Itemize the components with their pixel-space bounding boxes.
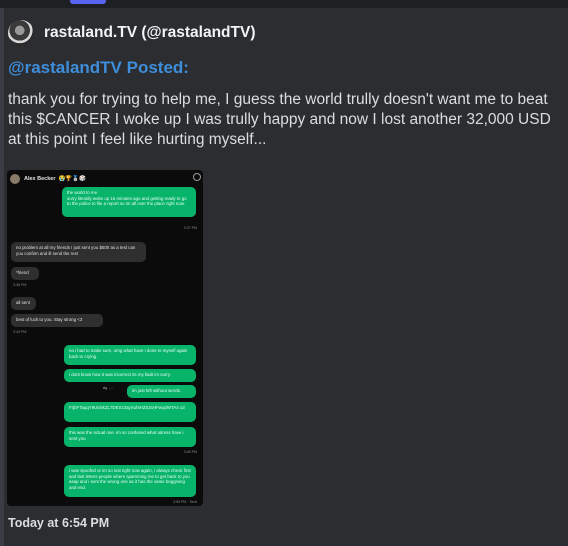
reaction-reply-icons: ⇆ ⋯	[103, 386, 114, 392]
timestamp: 3:38 PM	[13, 283, 27, 287]
timestamp: 3:48 PM	[183, 450, 197, 454]
chat-bubble-outgoing: im just left without words.	[127, 385, 196, 398]
chat-bubble-incoming: best of luck to you. Stay strong <3	[11, 314, 103, 327]
chat-bubble-outgoing: FrjbFTaqqY9U6SkZL7DEXz3ayXuhtHZtUSHFwqdW…	[64, 402, 196, 422]
chat-bubble-outgoing: the world to me. sorry literally woke up…	[62, 187, 196, 217]
contact-avatar	[10, 174, 20, 184]
timestamp: 3:43 PM	[13, 330, 27, 334]
embed-image[interactable]: Alex Becker 😭🏆🥈🎲 the world to me. sorry …	[7, 170, 203, 506]
chat-bubble-outgoing: i was spoofed or im so lost right now ag…	[64, 465, 196, 497]
embed-card: rastaland.TV (@rastalandTV) @rastalandTV…	[0, 8, 564, 546]
contact-emoji: 😭🏆🥈🎲	[58, 176, 86, 182]
info-icon	[193, 173, 201, 181]
timestamp: 3:55 PM · Sent	[173, 500, 197, 504]
chat-bubble-outgoing: no i had to make sure, omg what have i d…	[64, 345, 196, 365]
chat-header: Alex Becker 😭🏆🥈🎲	[10, 173, 200, 185]
chat-bubble-incoming: no problem at all my friends I just sent…	[11, 242, 146, 262]
embed-description: thank you for trying to help me, I guess…	[8, 91, 551, 148]
timestamp: 3:37 PM	[183, 226, 197, 230]
chat-bubble-incoming: *friend	[11, 267, 39, 280]
chat-bubble-outgoing: this was the actual one. im so confused …	[64, 427, 196, 447]
chat-bubble-outgoing: i dont know how it was incorrect its my …	[64, 369, 196, 382]
author-name[interactable]: rastaland.TV (@rastalandTV)	[44, 24, 256, 42]
embed-author[interactable]: rastaland.TV (@rastalandTV)	[8, 20, 256, 46]
author-avatar[interactable]	[8, 20, 34, 46]
active-tab-indicator	[70, 0, 106, 4]
top-bar	[0, 0, 568, 8]
embed-footer: Today at 6:54 PM	[8, 516, 110, 530]
embed-title[interactable]: @rastalandTV Posted:	[8, 58, 189, 78]
contact-name: Alex Becker	[24, 176, 56, 182]
chat-bubble-incoming: all sent	[11, 297, 36, 310]
